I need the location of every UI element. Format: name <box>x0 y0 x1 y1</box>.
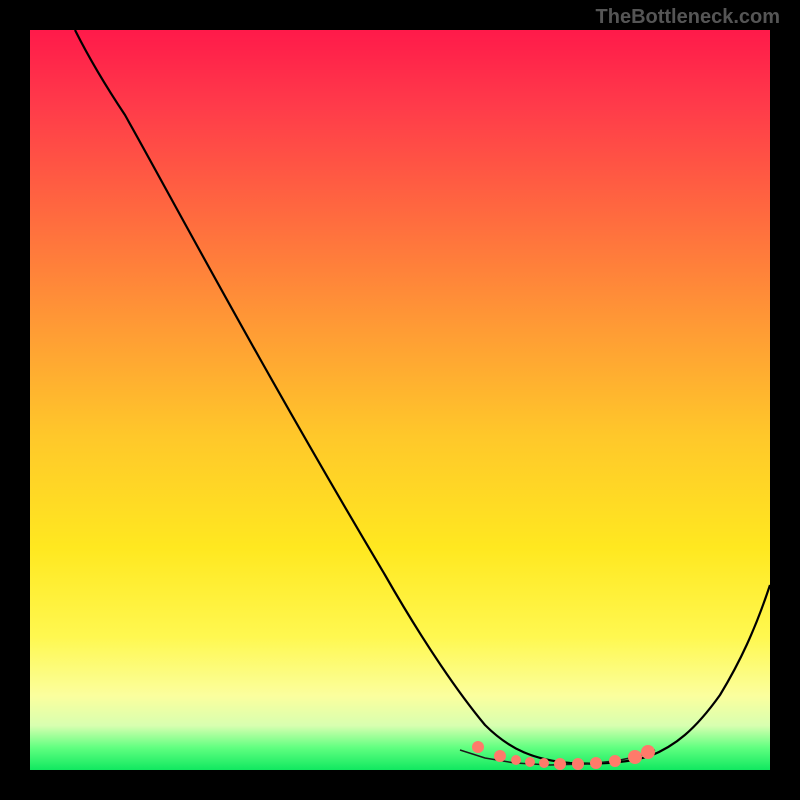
marker-dot <box>511 755 521 765</box>
marker-dot <box>539 758 549 768</box>
chart-svg <box>30 30 770 770</box>
marker-dot <box>572 758 584 770</box>
marker-dot <box>494 750 506 762</box>
marker-dot <box>525 757 535 767</box>
marker-dot <box>472 741 484 753</box>
bottleneck-curve <box>75 30 770 764</box>
marker-dot <box>609 755 621 767</box>
watermark-text: TheBottleneck.com <box>596 6 780 29</box>
marker-dot <box>641 745 655 759</box>
optimal-markers-group <box>472 741 655 770</box>
marker-dot <box>628 750 642 764</box>
marker-dot <box>554 758 566 770</box>
marker-dot <box>590 757 602 769</box>
chart-plot-area <box>30 30 770 770</box>
